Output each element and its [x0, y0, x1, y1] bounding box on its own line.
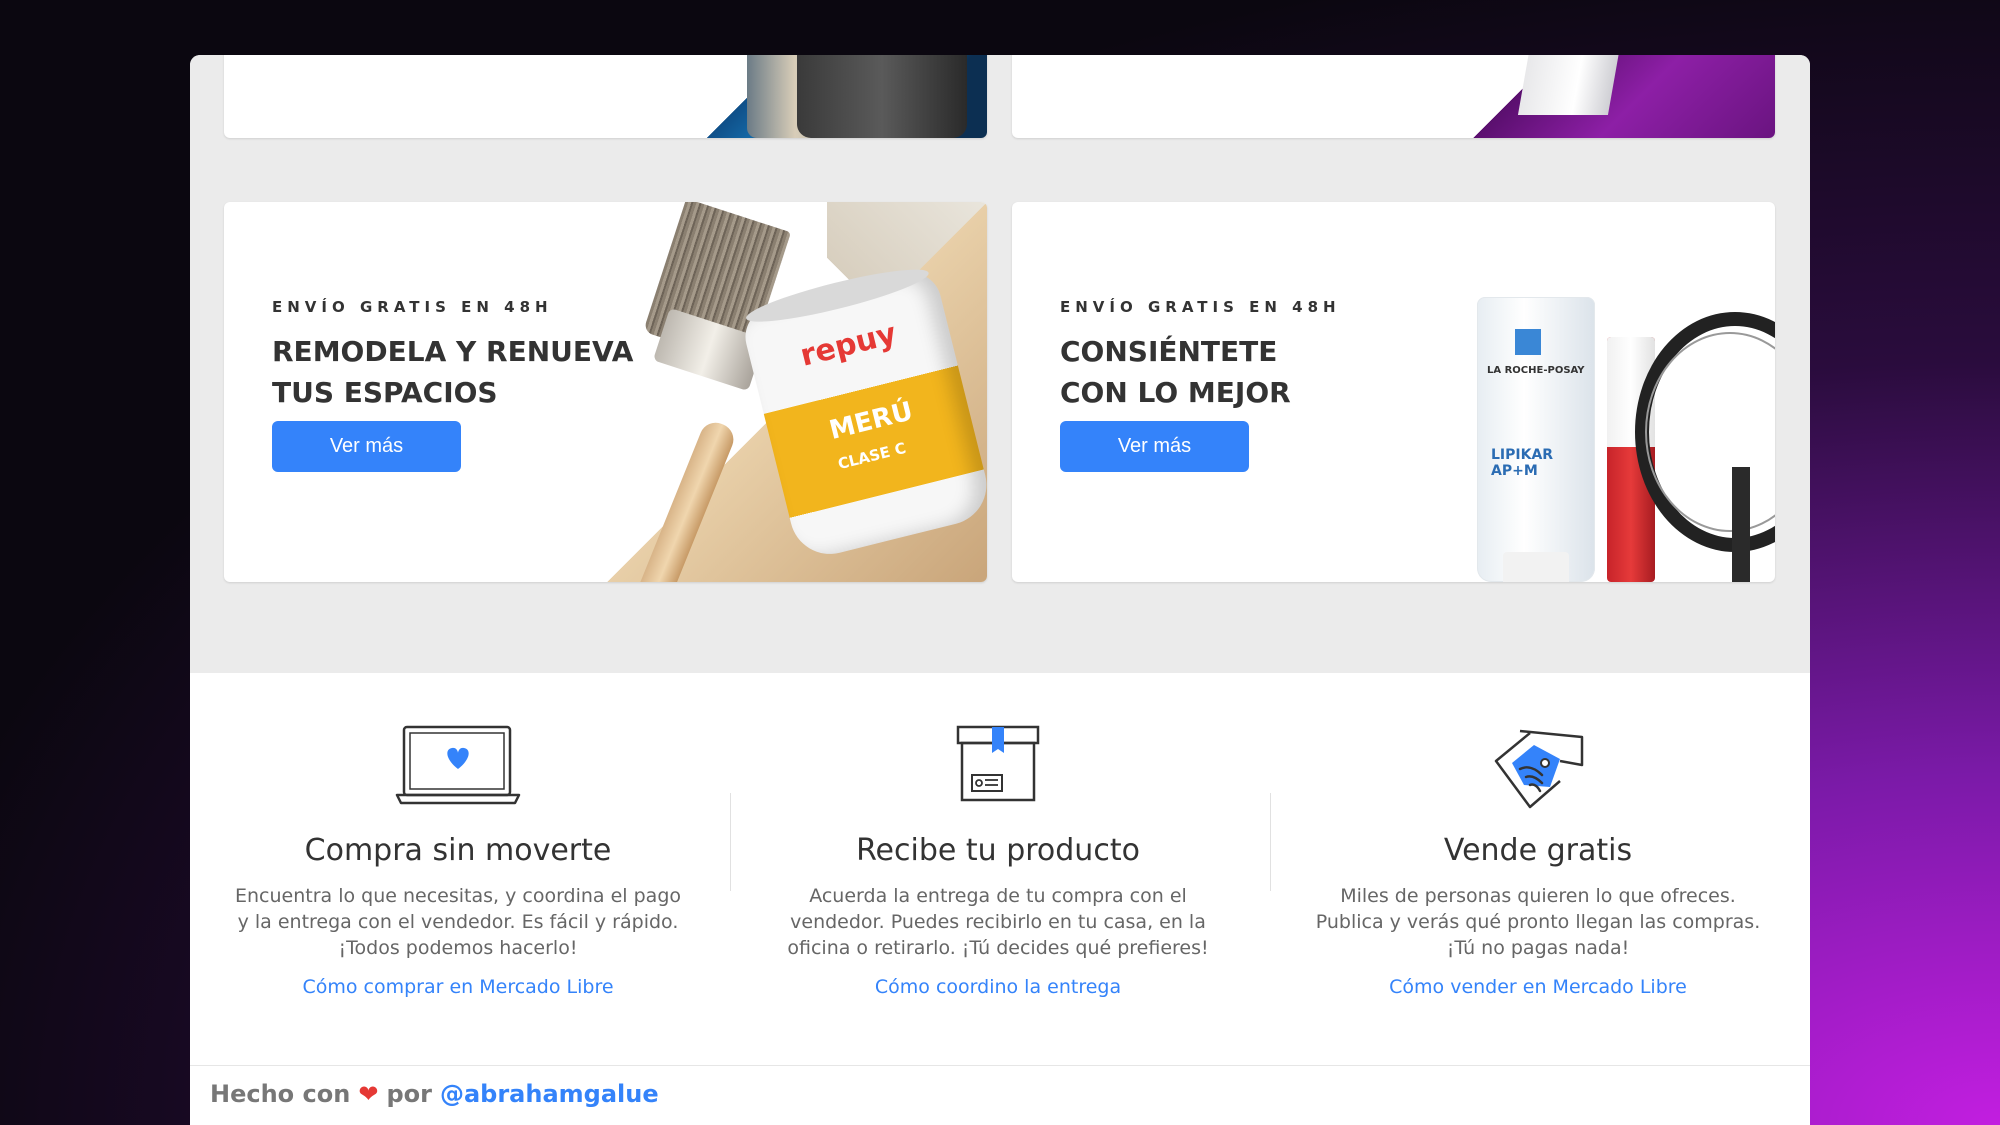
banner-phones[interactable]	[224, 55, 987, 138]
banner-beauty[interactable]: LA ROCHE-POSAY LIPIKAR AP+M ENVÍO GRATIS…	[1012, 202, 1775, 582]
package-icon	[956, 725, 1040, 802]
skincare-brand: LA ROCHE-POSAY	[1487, 365, 1585, 376]
brand-logo	[1515, 329, 1541, 355]
how-to-deliver-link[interactable]: Cómo coordino la entrega	[758, 976, 1238, 998]
paint-class: CLASE C	[836, 438, 908, 474]
banner-home-improvement[interactable]: repuy MERÚ CLASE C ENVÍO GRATIS EN 48H R…	[224, 202, 987, 582]
skincare-name: LIPIKAR AP+M	[1491, 447, 1554, 479]
feature-title: Recibe tu producto	[856, 833, 1140, 868]
paint-brand: repuy	[796, 316, 900, 374]
how-to-buy-link[interactable]: Cómo comprar en Mercado Libre	[218, 976, 698, 998]
skincare-tube-image: LA ROCHE-POSAY LIPIKAR AP+M	[1477, 297, 1595, 582]
ver-mas-button[interactable]: Ver más	[272, 421, 461, 472]
banner-section: repuy MERÚ CLASE C ENVÍO GRATIS EN 48H R…	[190, 55, 1810, 673]
feature-divider	[1270, 793, 1271, 891]
banner-text: ENVÍO GRATIS EN 48H REMODELA Y RENUEVA T…	[272, 298, 692, 472]
ring-light-stand	[1732, 467, 1750, 582]
banner-console[interactable]	[1012, 55, 1775, 138]
feature-description: Miles de personas quieren lo que ofreces…	[1315, 885, 1761, 959]
feature-divider	[730, 793, 731, 891]
banner-eyebrow: ENVÍO GRATIS EN 48H	[272, 298, 553, 316]
heart-icon: ❤	[358, 1080, 379, 1108]
console-image	[1517, 55, 1623, 115]
tube-cap	[1503, 552, 1569, 582]
author-link[interactable]: @abrahamgalue	[440, 1080, 659, 1108]
footer-by: por	[386, 1080, 432, 1108]
banner-headline: CONSIÉNTETE CON LO MEJOR	[1060, 335, 1291, 409]
banner-headline: REMODELA Y RENUEVA TUS ESPACIOS	[272, 335, 634, 409]
banner-text: ENVÍO GRATIS EN 48H CONSIÉNTETE CON LO M…	[1060, 298, 1480, 472]
handshake-icon	[1494, 729, 1584, 809]
laptop-heart-icon	[395, 725, 521, 805]
browser-window: repuy MERÚ CLASE C ENVÍO GRATIS EN 48H R…	[190, 55, 1810, 1125]
banner-eyebrow: ENVÍO GRATIS EN 48H	[1060, 298, 1341, 316]
how-to-sell-link[interactable]: Cómo vender en Mercado Libre	[1298, 976, 1778, 998]
ver-mas-button[interactable]: Ver más	[1060, 421, 1249, 472]
phone-image	[797, 55, 967, 138]
feature-title: Vende gratis	[1443, 833, 1633, 868]
features-section: Compra sin moverte Encuentra lo que nece…	[190, 673, 1810, 1125]
feature-description: Acuerda la entrega de tu compra con el v…	[787, 885, 1209, 959]
feature-title: Compra sin moverte	[304, 833, 612, 868]
footer-made-with: Hecho con	[210, 1080, 351, 1108]
footer-credit: Hecho con ❤ por @abrahamgalue	[210, 1080, 659, 1108]
footer: Hecho con ❤ por @abrahamgalue	[190, 1065, 1810, 1125]
feature-description: Encuentra lo que necesitas, y coordina e…	[234, 885, 682, 959]
